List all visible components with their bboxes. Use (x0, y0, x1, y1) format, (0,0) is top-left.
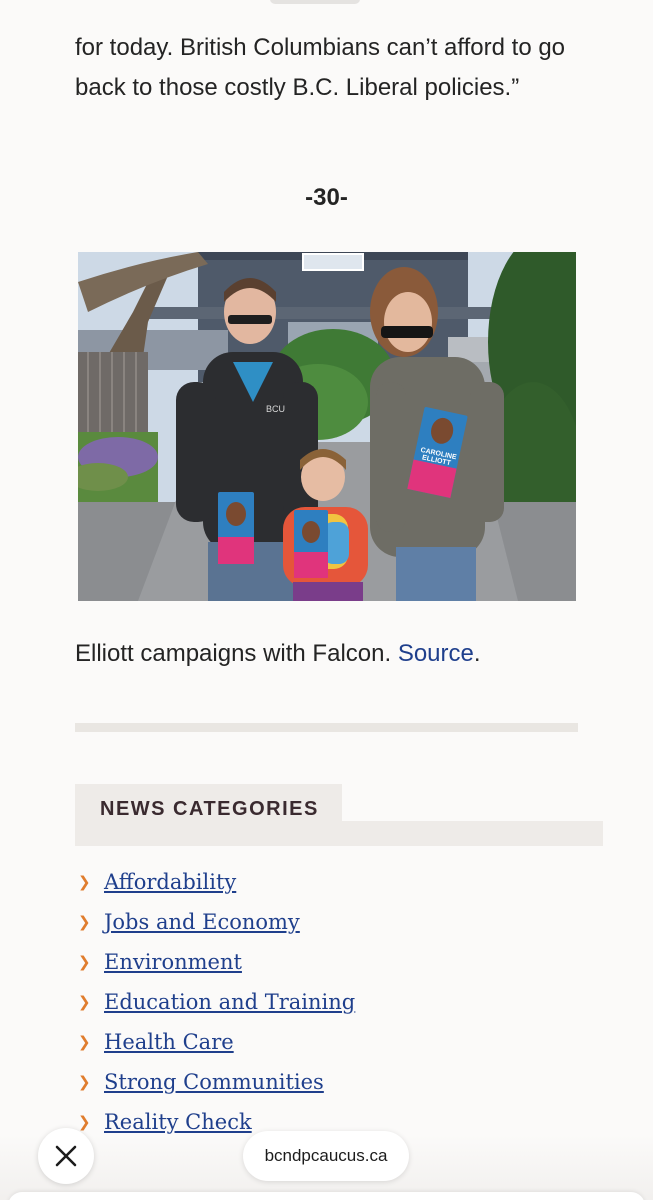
category-item[interactable]: ❯ Health Care (78, 1022, 355, 1062)
caption-source-link[interactable]: Source (398, 640, 474, 667)
bottom-sheet-edge (8, 1192, 645, 1200)
category-link[interactable]: Health Care (104, 1030, 234, 1054)
chevron-right-icon: ❯ (78, 993, 91, 1011)
end-of-release-mark: -30- (305, 184, 348, 211)
chevron-right-icon: ❯ (78, 953, 91, 971)
caption-text: Elliott campaigns with Falcon. (75, 640, 392, 667)
flyer-man (218, 492, 254, 564)
top-nub (270, 0, 360, 4)
news-categories-list: ❯ Affordability ❯ Jobs and Economy ❯ Env… (78, 862, 355, 1142)
photo-caption: Elliott campaigns with Falcon. Source. (75, 640, 481, 668)
category-link[interactable]: Education and Training (104, 990, 355, 1014)
category-link[interactable]: Jobs and Economy (104, 910, 300, 934)
jacket-logo: BCU (266, 404, 285, 414)
flyer-child (294, 510, 328, 578)
category-item[interactable]: ❯ Environment (78, 942, 355, 982)
article-page: for today. British Columbians can’t affo… (0, 0, 653, 1200)
category-item[interactable]: ❯ Affordability (78, 862, 355, 902)
section-divider (75, 723, 578, 732)
chevron-right-icon: ❯ (78, 913, 91, 931)
chevron-right-icon: ❯ (78, 873, 91, 891)
category-item[interactable]: ❯ Education and Training (78, 982, 355, 1022)
campaign-photo: BCU CAROLINE ELLIOTT (78, 252, 576, 601)
category-item[interactable]: ❯ Strong Communities (78, 1062, 355, 1102)
category-link[interactable]: Strong Communities (104, 1070, 324, 1094)
close-button[interactable] (38, 1128, 94, 1184)
category-link[interactable]: Reality Check (104, 1110, 252, 1134)
chevron-right-icon: ❯ (78, 1073, 91, 1091)
category-link[interactable]: Affordability (104, 870, 236, 894)
caption-period: . (473, 640, 481, 667)
news-categories-heading: NEWS CATEGORIES (100, 798, 319, 820)
category-link[interactable]: Environment (104, 950, 242, 974)
chevron-right-icon: ❯ (78, 1033, 91, 1051)
address-bar-url[interactable]: bcndpcaucus.ca (243, 1131, 409, 1181)
chevron-right-icon: ❯ (78, 1113, 91, 1131)
category-item[interactable]: ❯ Jobs and Economy (78, 902, 355, 942)
quote-paragraph: for today. British Columbians can’t affo… (75, 34, 566, 101)
close-icon (55, 1145, 77, 1167)
